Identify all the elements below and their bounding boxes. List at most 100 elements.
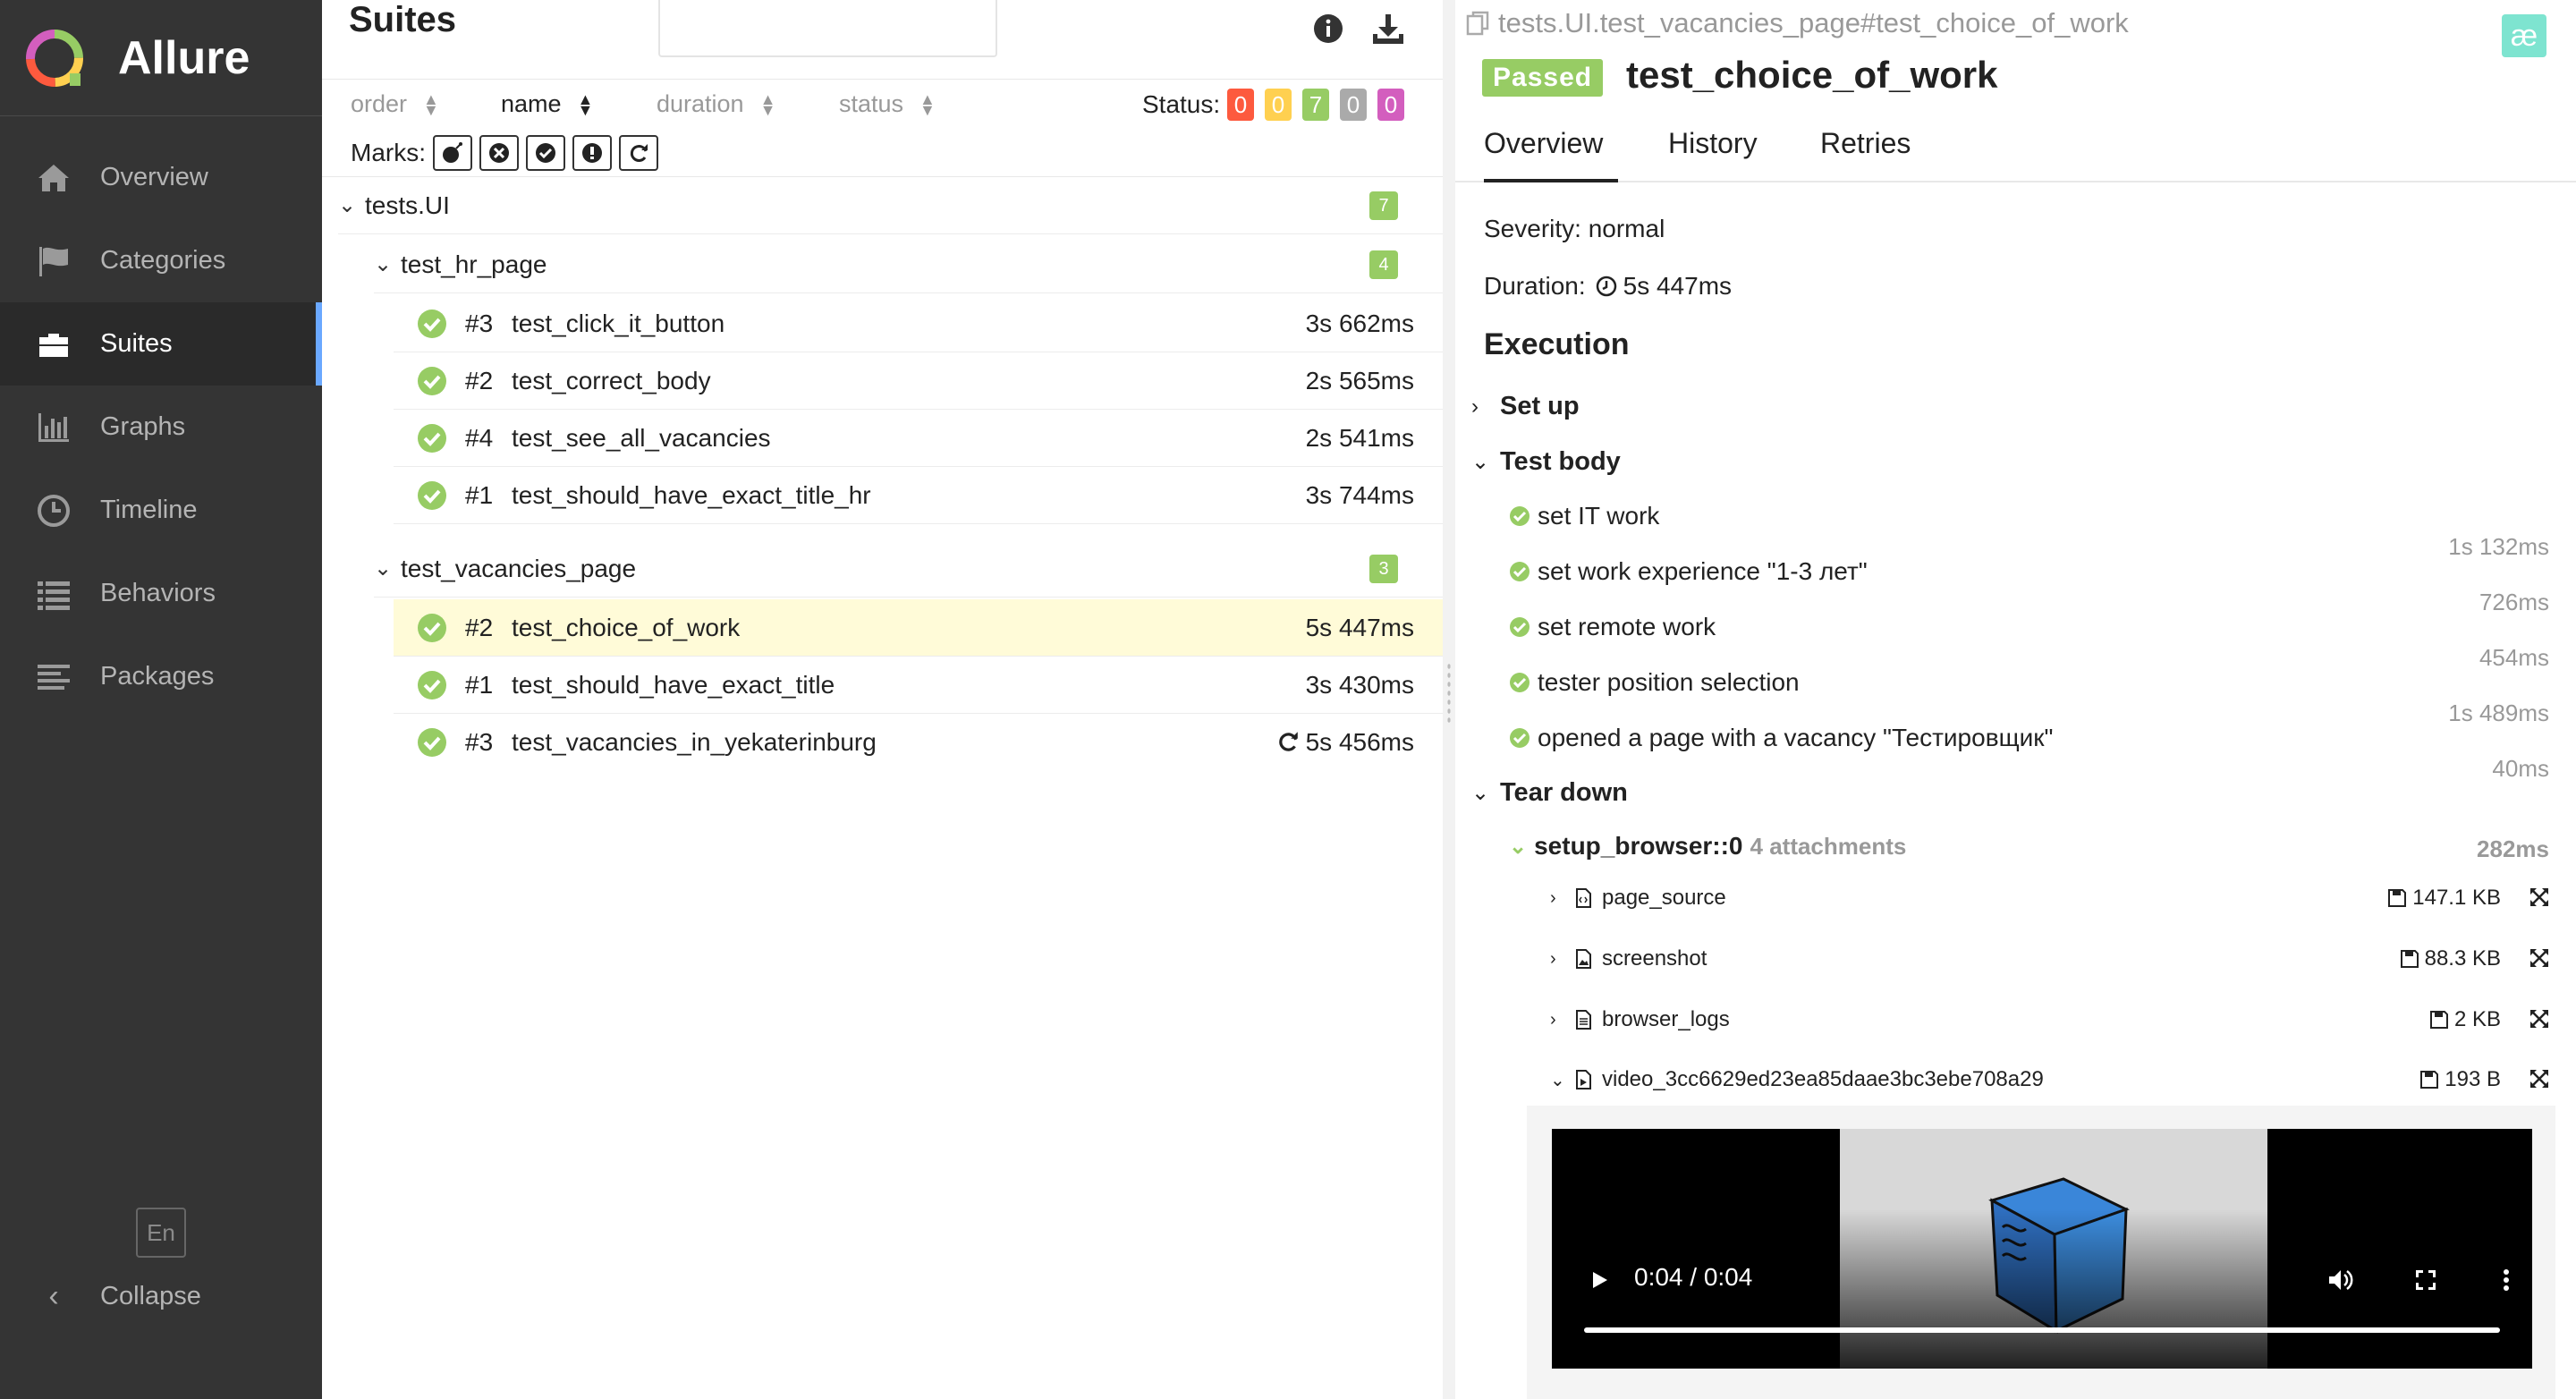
attachment-size: 2 KB <box>2429 1007 2501 1032</box>
nav-item-overview[interactable]: Overview <box>0 136 322 219</box>
suite-row-hr-page[interactable]: ⌄ test_hr_page 4 <box>374 236 1443 293</box>
tab-history[interactable]: History <box>1668 127 1758 182</box>
check-circle-icon <box>418 366 446 395</box>
teardown-label: Tear down <box>1500 778 1628 807</box>
nav-item-timeline[interactable]: Timeline <box>0 469 322 552</box>
attachment-row[interactable]: › page_source <box>1550 886 1726 911</box>
setup-section[interactable]: › Set up <box>1471 392 1580 421</box>
ae-button[interactable]: æ <box>2502 14 2546 57</box>
test-row-selected[interactable]: #2 test_choice_of_work 5s 447ms <box>394 599 1443 657</box>
sort-name[interactable]: name ▲ ▼ <box>501 90 593 118</box>
test-number: #3 <box>465 309 494 337</box>
expand-icon[interactable] <box>2528 946 2551 970</box>
test-body-section[interactable]: ⌄ Test body <box>1471 447 1621 477</box>
file-image-icon <box>1576 949 1591 969</box>
test-name: test_click_it_button <box>512 309 725 337</box>
attachment-size: 88.3 KB <box>2400 946 2501 971</box>
check-circle-icon <box>418 309 446 338</box>
status-badge-unknown[interactable]: 0 <box>1377 89 1404 121</box>
nav-item-suites[interactable]: Suites <box>0 302 322 386</box>
suite-row-vacancies-page[interactable]: ⌄ test_vacancies_page 3 <box>374 540 1443 598</box>
mark-new-failed-button[interactable] <box>479 135 519 171</box>
tab-overview[interactable]: Overview <box>1484 127 1618 182</box>
teardown-section[interactable]: ⌄ Tear down <box>1471 778 1628 808</box>
attachment-size-value: 193 B <box>2445 1067 2501 1091</box>
expand-icon[interactable] <box>2528 1007 2551 1030</box>
step-row[interactable]: tester position selection <box>1509 668 1800 697</box>
attachment-row[interactable]: › browser_logs <box>1550 1007 1730 1032</box>
sort-order[interactable]: order ▲ ▼ <box>351 90 439 118</box>
copy-icon[interactable] <box>1464 9 1493 38</box>
step-row[interactable]: set work experience "1-3 лет" <box>1509 557 1868 586</box>
brand-name: Allure <box>118 31 250 84</box>
test-row[interactable]: #1 test_should_have_exact_title 3s 430ms <box>394 657 1443 714</box>
resize-handle[interactable] <box>1446 662 1452 725</box>
test-row[interactable]: #3 test_vacancies_in_yekaterinburg 5s 45… <box>394 714 1443 771</box>
test-row[interactable]: #2 test_correct_body 2s 565ms <box>394 352 1443 410</box>
duration-value: 5s 447ms <box>1623 272 1733 300</box>
nav-item-behaviors[interactable]: Behaviors <box>0 552 322 635</box>
tab-retries[interactable]: Retries <box>1820 127 1911 182</box>
more-vertical-icon <box>2504 1269 2509 1291</box>
sort-status[interactable]: status ▲ ▼ <box>839 90 936 118</box>
nav-item-packages[interactable]: Packages <box>0 635 322 718</box>
expand-icon[interactable] <box>2528 886 2551 909</box>
step-duration: 40ms <box>2492 755 2549 782</box>
video-player[interactable]: 0:04 / 0:04 <box>1552 1129 2532 1369</box>
suite-count-badge: 4 <box>1369 250 1398 279</box>
mark-retries-button[interactable] <box>619 135 658 171</box>
attachment-name: page_source <box>1602 886 1726 910</box>
video-progress-bar[interactable] <box>1584 1327 2500 1333</box>
test-row[interactable]: #3 test_click_it_button 3s 662ms <box>394 295 1443 352</box>
mark-flaky-button[interactable] <box>433 135 472 171</box>
more-options-button[interactable] <box>2491 1265 2521 1295</box>
suite-row-root[interactable]: ⌄ tests.UI 7 <box>338 177 1443 234</box>
test-duration: 5s 447ms <box>1305 613 1414 641</box>
fullscreen-button[interactable] <box>2411 1265 2441 1295</box>
brand[interactable]: Allure <box>0 0 322 116</box>
sort-arrows-icon: ▲ ▼ <box>423 89 439 119</box>
attachment-row[interactable]: › screenshot <box>1550 946 1707 971</box>
fixture-row[interactable]: ⌄ setup_browser::0 4 attachments <box>1509 832 1906 861</box>
fixture-duration: 282ms <box>2477 835 2549 862</box>
language-button[interactable]: En <box>136 1208 186 1258</box>
mark-new-broken-button[interactable] <box>572 135 612 171</box>
chevron-left-icon: ‹ <box>48 1279 59 1313</box>
info-icon[interactable] <box>1312 13 1344 45</box>
nav-item-graphs[interactable]: Graphs <box>0 386 322 469</box>
attachment-row[interactable]: ⌄ video_3cc6629ed23ea85daae3bc3ebe708a29 <box>1550 1067 2044 1092</box>
search-input[interactable] <box>658 0 997 57</box>
step-row[interactable]: set IT work <box>1509 502 1659 530</box>
nav-item-label: Overview <box>100 163 208 191</box>
status-badge-passed[interactable]: 7 <box>1302 89 1329 121</box>
save-icon <box>2388 889 2407 907</box>
test-duration: 3s 744ms <box>1305 480 1414 509</box>
home-icon <box>34 160 73 196</box>
expand-icon[interactable] <box>2528 1067 2551 1090</box>
attachment-size-value: 147.1 KB <box>2412 886 2501 910</box>
breadcrumb[interactable]: tests.UI.test_vacancies_page#test_choice… <box>1464 7 2129 39</box>
video-attachment: 0:04 / 0:04 <box>1527 1106 2555 1399</box>
play-button[interactable] <box>1584 1265 1614 1295</box>
times-circle-icon <box>489 143 509 163</box>
mark-new-passed-button[interactable] <box>526 135 565 171</box>
check-circle-icon <box>1510 673 1530 692</box>
step-row[interactable]: set remote work <box>1509 613 1716 641</box>
status-badge-failed[interactable]: 0 <box>1227 89 1254 121</box>
test-row[interactable]: #4 test_see_all_vacancies 2s 541ms <box>394 410 1443 467</box>
volume-button[interactable] <box>2325 1265 2355 1295</box>
check-circle-icon <box>1510 617 1530 637</box>
status-badge-skipped[interactable]: 0 <box>1340 89 1367 121</box>
status-badge-broken[interactable]: 0 <box>1265 89 1292 121</box>
download-icon[interactable] <box>1370 11 1406 47</box>
nav-item-categories[interactable]: Categories <box>0 219 322 302</box>
test-row[interactable]: #1 test_should_have_exact_title_hr 3s 74… <box>394 467 1443 524</box>
collapse-button[interactable]: ‹ Collapse <box>34 1279 201 1314</box>
step-row[interactable]: opened a page with a vacancy "Тестировщи… <box>1509 724 2053 752</box>
attachment-name: screenshot <box>1602 946 1707 971</box>
test-name: test_choice_of_work <box>512 613 741 641</box>
sort-arrows-icon: ▲ ▼ <box>919 89 936 119</box>
detail-tabs: Overview History Retries <box>1455 116 2576 182</box>
sort-duration[interactable]: duration ▲ ▼ <box>657 90 775 118</box>
file-text-icon <box>1576 1010 1591 1030</box>
